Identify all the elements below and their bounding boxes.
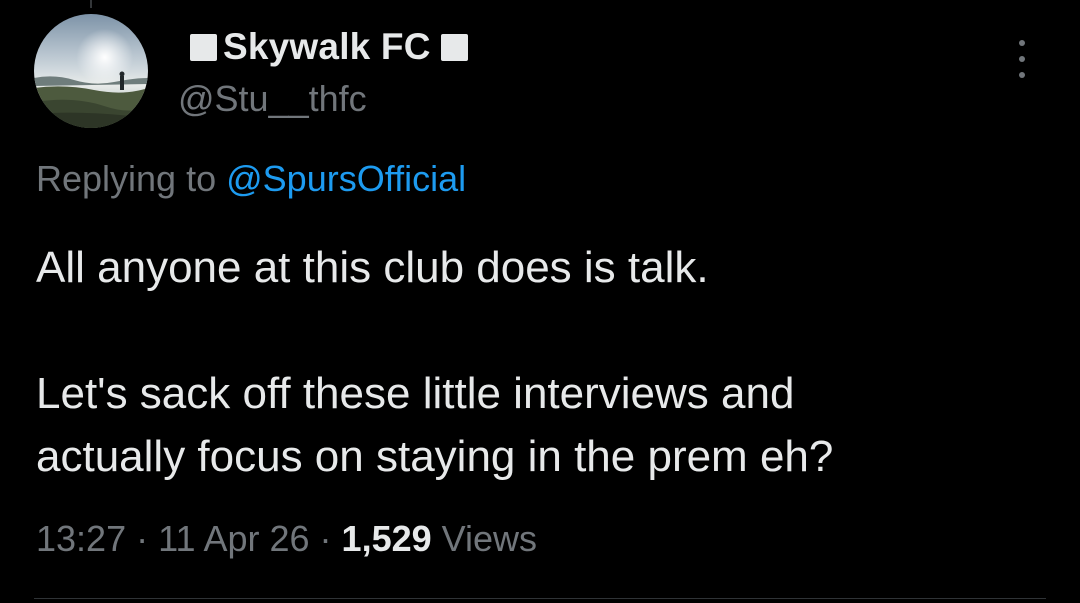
reply-mention-link[interactable]: @SpursOfficial (226, 158, 466, 199)
display-name-text: Skywalk FC (223, 26, 431, 67)
meta-separator: · (126, 518, 159, 559)
views-count: 1,529 (341, 518, 432, 559)
views-label: Views (441, 518, 538, 559)
thread-line (90, 0, 92, 8)
tweet-text: All anyone at this club does is talk. Le… (36, 236, 1046, 488)
meta-separator: · (309, 518, 342, 559)
tweet-paragraph: Let's sack off these little interviews a… (36, 369, 795, 418)
more-dot (1019, 40, 1025, 46)
avatar[interactable] (34, 14, 148, 128)
tweet-paragraph: All anyone at this club does is talk. (36, 243, 709, 292)
reply-context: Replying to @SpursOfficial (36, 158, 466, 200)
white-square-icon (440, 33, 468, 61)
tweet: Skywalk FC @Stu__thfc Replying to @Spurs… (0, 0, 1080, 603)
tweet-time[interactable]: 13:27 (36, 518, 126, 559)
more-dot (1019, 72, 1025, 78)
more-options-icon[interactable] (1014, 40, 1030, 78)
reply-prefix: Replying to (36, 158, 217, 199)
tweet-meta: 13:27 · 11 Apr 26 · 1,529 Views (36, 518, 537, 560)
tweet-date[interactable]: 11 Apr 26 (158, 518, 309, 559)
tweet-paragraph: actually focus on staying in the prem eh… (36, 432, 834, 481)
avatar-landscape-image (34, 14, 148, 128)
white-square-icon (190, 33, 217, 61)
more-dot (1019, 56, 1025, 62)
display-name[interactable]: Skywalk FC (190, 26, 468, 68)
user-handle[interactable]: @Stu__thfc (178, 78, 367, 120)
divider (34, 598, 1046, 599)
